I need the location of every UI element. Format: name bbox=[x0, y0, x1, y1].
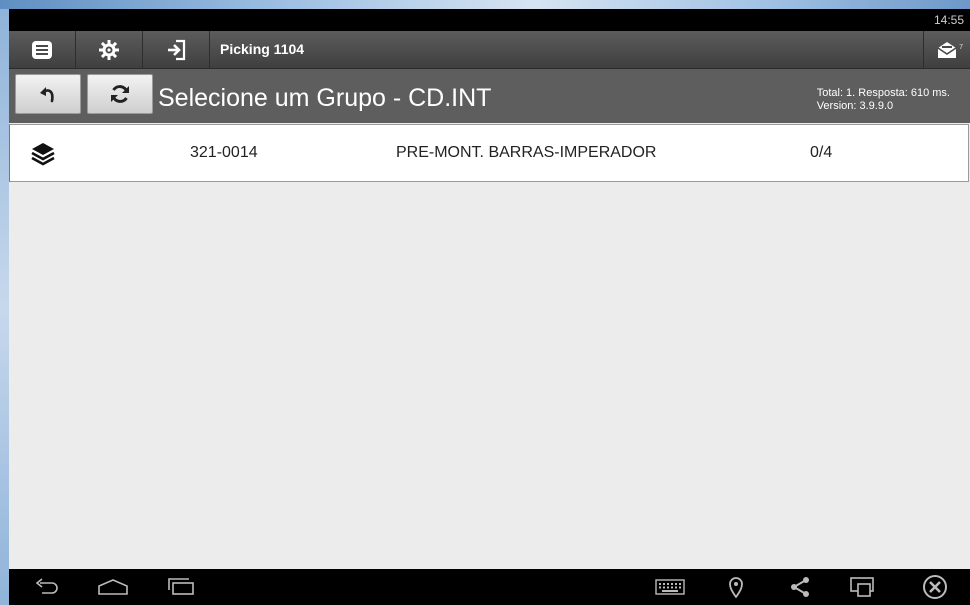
back-icon bbox=[35, 578, 58, 594]
recent-apps-icon bbox=[168, 578, 194, 595]
app-toolbar: Picking 1104 7 bbox=[9, 31, 970, 69]
mail-badge: 7 bbox=[959, 44, 963, 51]
page-header: Selecione um Grupo - CD.INT Total: 1. Re… bbox=[9, 69, 970, 123]
group-description: PRE-MONT. BARRAS-IMPERADOR bbox=[396, 144, 657, 161]
window-icon bbox=[850, 577, 874, 597]
location-button[interactable] bbox=[720, 569, 752, 605]
android-nav-bar bbox=[9, 569, 970, 605]
mail-icon bbox=[937, 41, 957, 58]
toolbar-title: Picking 1104 bbox=[220, 41, 305, 57]
undo-icon bbox=[40, 87, 54, 103]
keyboard-button[interactable] bbox=[652, 569, 688, 605]
settings-button[interactable] bbox=[76, 31, 143, 68]
android-screen: 14:55 Picking 1104 7 Selecione um Grupo … bbox=[9, 9, 970, 605]
back-button[interactable] bbox=[15, 74, 81, 114]
nav-back-button[interactable] bbox=[29, 569, 65, 605]
layers-icon bbox=[31, 143, 55, 166]
menu-button[interactable] bbox=[9, 31, 76, 68]
host-window-border bbox=[0, 9, 9, 605]
refresh-icon bbox=[111, 85, 129, 103]
login-button[interactable] bbox=[143, 31, 210, 68]
group-code: 321-0014 bbox=[190, 144, 258, 161]
status-bar: 14:55 bbox=[9, 9, 970, 31]
page-title: Selecione um Grupo - CD.INT bbox=[158, 84, 492, 112]
refresh-button[interactable] bbox=[87, 74, 153, 114]
gear-icon bbox=[99, 39, 119, 60]
app-version: Version: 3.9.9.0 bbox=[816, 100, 894, 112]
keyboard-icon bbox=[655, 579, 685, 595]
nav-recent-button[interactable] bbox=[163, 569, 199, 605]
group-row[interactable]: 321-0014 PRE-MONT. BARRAS-IMPERADOR 0/4 bbox=[9, 124, 969, 182]
sign-in-icon bbox=[168, 39, 186, 60]
share-button[interactable] bbox=[784, 569, 816, 605]
close-icon bbox=[923, 575, 947, 599]
response-total: Total: 1. Resposta: 610 ms. bbox=[816, 87, 950, 99]
list-icon bbox=[32, 40, 52, 59]
home-icon bbox=[98, 579, 128, 595]
share-icon bbox=[791, 577, 809, 597]
group-progress: 0/4 bbox=[810, 144, 833, 161]
window-button[interactable] bbox=[845, 569, 881, 605]
close-app-button[interactable] bbox=[917, 569, 953, 605]
nav-home-button[interactable] bbox=[95, 569, 131, 605]
host-window-strip bbox=[0, 0, 970, 9]
status-clock: 14:55 bbox=[933, 13, 964, 27]
location-icon bbox=[729, 577, 743, 598]
mail-button[interactable]: 7 bbox=[923, 31, 970, 68]
response-info: Total: 1. Resposta: 610 ms. Version: 3.9… bbox=[817, 87, 950, 113]
